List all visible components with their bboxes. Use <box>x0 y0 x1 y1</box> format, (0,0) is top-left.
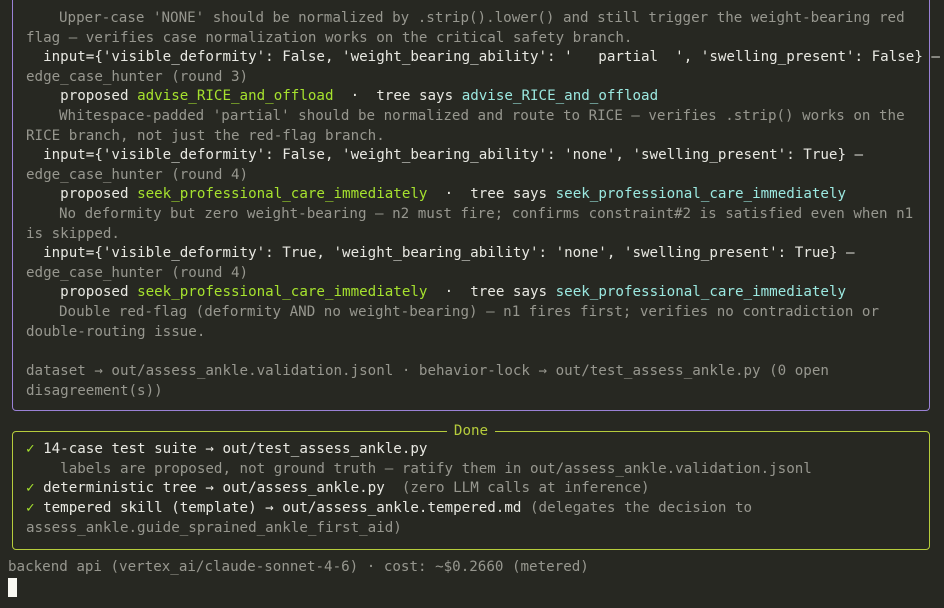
tree-value: seek_professional_care_immediately <box>555 284 847 300</box>
case-verdict: proposed advise_RICE_and_offload · tree … <box>26 87 916 107</box>
proposed-value: advise_RICE_and_offload <box>137 88 334 104</box>
dataset-line: dataset → out/assess_ankle.validation.js… <box>26 363 829 399</box>
case-hunter: edge_case_hunter (round 4) <box>26 265 249 281</box>
proposed-value: seek_professional_care_immediately <box>137 284 428 300</box>
case-input: input={'visible_deformity': False, 'weig… <box>26 146 916 166</box>
checkmark-icon: ✓ <box>26 480 35 496</box>
case-verdict: proposed seek_professional_care_immediat… <box>26 283 916 303</box>
done-title: Done <box>446 423 496 439</box>
checkmark-icon: ✓ <box>26 441 35 457</box>
proposed-label: proposed <box>60 88 129 104</box>
case-verdict: proposed seek_professional_care_immediat… <box>26 185 916 205</box>
case-input-text: input={'visible_deformity': True, 'weigh… <box>43 245 855 261</box>
tree-value: advise_RICE_and_offload <box>461 88 659 104</box>
done-item-text: 14-case test suite → out/test_assess_ank… <box>43 441 428 457</box>
proposed-label: proposed <box>60 284 129 300</box>
done-item-note-text: labels are proposed, not ground truth — … <box>60 461 812 477</box>
proposed-label: proposed <box>60 186 129 202</box>
tree-label: tree says <box>470 284 548 300</box>
done-item: ✓ 14-case test suite → out/test_assess_a… <box>26 440 916 460</box>
done-item-text: tempered skill (template) → out/assess_a… <box>43 500 522 516</box>
tree-value: seek_professional_care_immediately <box>555 186 847 202</box>
done-item: ✓ deterministic tree → out/assess_ankle.… <box>26 479 916 499</box>
case-input-text: input={'visible_deformity': False, 'weig… <box>43 49 940 65</box>
case-note: Upper-case 'NONE' should be normalized b… <box>26 10 905 46</box>
case-input: input={'visible_deformity': True, 'weigh… <box>26 244 916 264</box>
done-item: ✓ tempered skill (template) → out/assess… <box>26 499 916 538</box>
separator: · <box>444 186 454 202</box>
done-item-text: deterministic tree → out/assess_ankle.py <box>43 480 385 496</box>
separator: · <box>350 88 360 104</box>
separator: · <box>444 284 454 300</box>
checkmark-icon: ✓ <box>26 500 35 516</box>
status-line: backend api (vertex_ai/claude-sonnet-4-6… <box>8 559 589 575</box>
tree-label: tree says <box>376 88 454 104</box>
case-hunter: edge_case_hunter (round 3) <box>26 69 249 85</box>
case-hunter: edge_case_hunter (round 4) <box>26 167 249 183</box>
case-input-text: input={'visible_deformity': False, 'weig… <box>43 147 864 163</box>
done-item-note: (zero LLM calls at inference) <box>401 480 650 496</box>
terminal-cursor[interactable] <box>8 578 17 597</box>
proposed-value: seek_professional_care_immediately <box>137 186 428 202</box>
tree-label: tree says <box>470 186 548 202</box>
case-note: Double red-flag (deformity AND no weight… <box>26 304 879 340</box>
case-note: No deformity but zero weight-bearing — n… <box>26 206 914 242</box>
case-input: input={'visible_deformity': False, 'weig… <box>26 48 940 68</box>
done-item-note: labels are proposed, not ground truth — … <box>26 460 916 480</box>
case-note: Whitespace-padded 'partial' should be no… <box>26 108 905 144</box>
